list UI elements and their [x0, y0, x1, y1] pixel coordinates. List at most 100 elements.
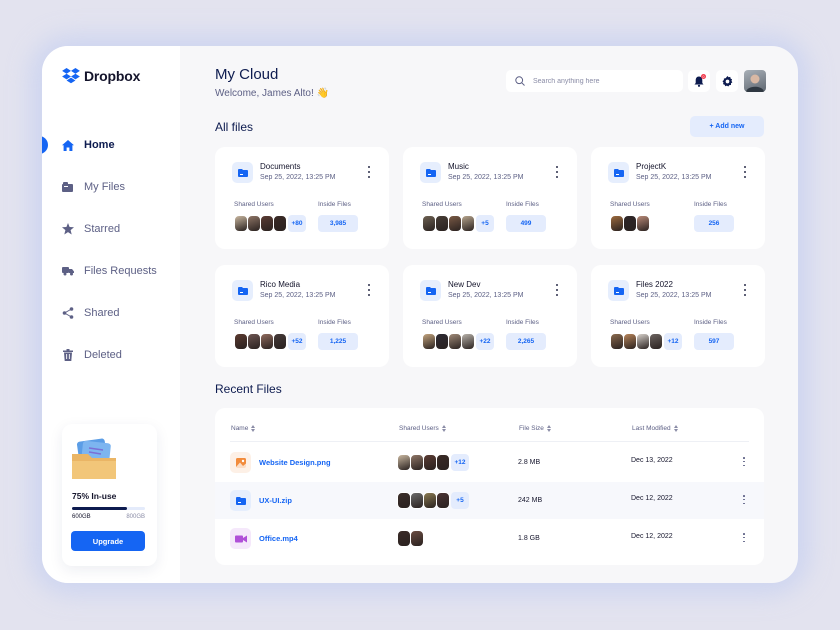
column-header-file-size[interactable]: File Size — [519, 425, 551, 432]
settings-button[interactable] — [716, 70, 738, 92]
shared-users-avatars: +12 — [610, 333, 682, 350]
more-options-icon[interactable] — [742, 284, 748, 296]
column-header-last-modified[interactable]: Last Modified — [632, 425, 678, 432]
search-input[interactable] — [533, 77, 673, 85]
table-row[interactable]: UX-UI.zip +5 242 MB Dec 12, 2022 — [215, 482, 764, 519]
inside-files-label: Inside Files — [318, 201, 351, 208]
file-name-link[interactable]: Office.mp4 — [259, 534, 298, 543]
inside-files-count: 1,225 — [318, 333, 358, 350]
shared-users-avatars — [610, 215, 650, 232]
folder-icon — [230, 490, 251, 511]
inside-files-label: Inside Files — [318, 319, 351, 326]
folder-card[interactable]: New Dev Sep 25, 2022, 13:25 PM Shared Us… — [403, 265, 577, 367]
folder-card[interactable]: Documents Sep 25, 2022, 13:25 PM Shared … — [215, 147, 389, 249]
extra-users-count[interactable]: +12 — [451, 454, 469, 471]
gear-icon — [721, 75, 732, 86]
inside-files-label: Inside Files — [694, 319, 727, 326]
more-options-icon[interactable] — [366, 166, 372, 178]
shared-users-avatars: +5 — [397, 492, 469, 509]
dropbox-logo-icon — [62, 68, 80, 84]
shared-users-avatars: +12 — [397, 454, 469, 471]
extra-users-count[interactable]: +5 — [476, 215, 494, 232]
shared-user-avatar — [422, 215, 436, 232]
shared-users-label: Shared Users — [610, 319, 650, 326]
extra-users-count[interactable]: +80 — [288, 215, 306, 232]
shared-user-avatar — [234, 333, 248, 350]
extra-users-count[interactable]: +12 — [664, 333, 682, 350]
more-options-icon[interactable] — [741, 533, 747, 542]
table-row[interactable]: Office.mp4 1.8 GB Dec 12, 2022 — [215, 520, 764, 557]
column-header-name[interactable]: Name — [231, 425, 256, 432]
brand-name: Dropbox — [84, 68, 141, 84]
folder-name: Documents — [260, 162, 301, 171]
extra-users-count[interactable]: +22 — [476, 333, 494, 350]
more-options-icon[interactable] — [366, 284, 372, 296]
search-bar[interactable] — [506, 70, 683, 92]
table-row[interactable]: Website Design.png +12 2.8 MB Dec 13, 20… — [215, 444, 764, 481]
notifications-button[interactable]: 0 — [688, 70, 710, 92]
notification-badge: 0 — [701, 74, 706, 79]
last-modified: Dec 12, 2022 — [631, 533, 673, 540]
folder-date: Sep 25, 2022, 13:25 PM — [260, 292, 336, 299]
shared-users-label: Shared Users — [422, 201, 462, 208]
column-header-label: Last Modified — [632, 425, 671, 432]
folder-icon — [608, 280, 629, 301]
video-icon — [230, 528, 251, 549]
folder-date: Sep 25, 2022, 13:25 PM — [260, 174, 336, 181]
shared-user-avatar — [260, 333, 274, 350]
shared-user-avatar — [448, 333, 462, 350]
folder-icon — [232, 162, 253, 183]
column-header-label: File Size — [519, 425, 544, 432]
column-header-shared-users[interactable]: Shared Users — [399, 425, 446, 432]
extra-users-count[interactable]: +52 — [288, 333, 306, 350]
folder-card[interactable]: Rico Media Sep 25, 2022, 13:25 PM Shared… — [215, 265, 389, 367]
shared-user-avatar — [610, 333, 624, 350]
shared-user-avatar — [649, 333, 663, 350]
shared-user-avatar — [247, 333, 261, 350]
sidebar-item-label: My Files — [84, 181, 125, 193]
sidebar-item-home[interactable]: Home — [42, 124, 180, 166]
sidebar-item-starred[interactable]: Starred — [42, 208, 180, 250]
inside-files-count: 597 — [694, 333, 734, 350]
shared-user-avatar — [435, 215, 449, 232]
shared-user-avatar — [410, 492, 424, 509]
shared-user-avatar — [397, 530, 411, 547]
shared-user-avatar — [410, 530, 424, 547]
truck-icon — [61, 265, 74, 278]
sort-icon — [441, 425, 446, 432]
folder-icon — [420, 162, 441, 183]
shared-user-avatar — [636, 333, 650, 350]
shared-users-label: Shared Users — [422, 319, 462, 326]
more-options-icon[interactable] — [554, 284, 560, 296]
sidebar-item-deleted[interactable]: Deleted — [42, 334, 180, 376]
more-options-icon[interactable] — [742, 166, 748, 178]
storage-total-label: 800GB — [126, 514, 145, 520]
file-name-link[interactable]: Website Design.png — [259, 458, 331, 467]
folder-card[interactable]: Files 2022 Sep 25, 2022, 13:25 PM Shared… — [591, 265, 765, 367]
add-new-button[interactable]: + Add new — [690, 116, 764, 137]
shared-users-avatars: +22 — [422, 333, 494, 350]
user-avatar[interactable] — [744, 70, 766, 92]
folder-card[interactable]: Music Sep 25, 2022, 13:25 PM Shared User… — [403, 147, 577, 249]
shared-user-avatar — [623, 215, 637, 232]
storage-progress-bar — [72, 507, 145, 510]
header-divider — [230, 441, 749, 442]
sidebar-item-shared[interactable]: Shared — [42, 292, 180, 334]
file-name-link[interactable]: UX-UI.zip — [259, 496, 292, 505]
shared-user-avatar — [448, 215, 462, 232]
sort-icon — [673, 425, 678, 432]
shared-users-label: Shared Users — [610, 201, 650, 208]
folder-name: New Dev — [448, 280, 481, 289]
folder-card[interactable]: ProjectK Sep 25, 2022, 13:25 PM Shared U… — [591, 147, 765, 249]
image-icon — [230, 452, 251, 473]
brand-logo[interactable]: Dropbox — [62, 68, 140, 84]
more-options-icon[interactable] — [741, 495, 747, 504]
extra-users-count[interactable]: +5 — [451, 492, 469, 509]
sidebar-item-my-files[interactable]: My Files — [42, 166, 180, 208]
upgrade-button[interactable]: Upgrade — [71, 531, 145, 551]
more-options-icon[interactable] — [741, 457, 747, 466]
more-options-icon[interactable] — [554, 166, 560, 178]
shared-user-avatar — [623, 333, 637, 350]
sort-icon — [251, 425, 256, 432]
sidebar-item-files-requests[interactable]: Files Requests — [42, 250, 180, 292]
